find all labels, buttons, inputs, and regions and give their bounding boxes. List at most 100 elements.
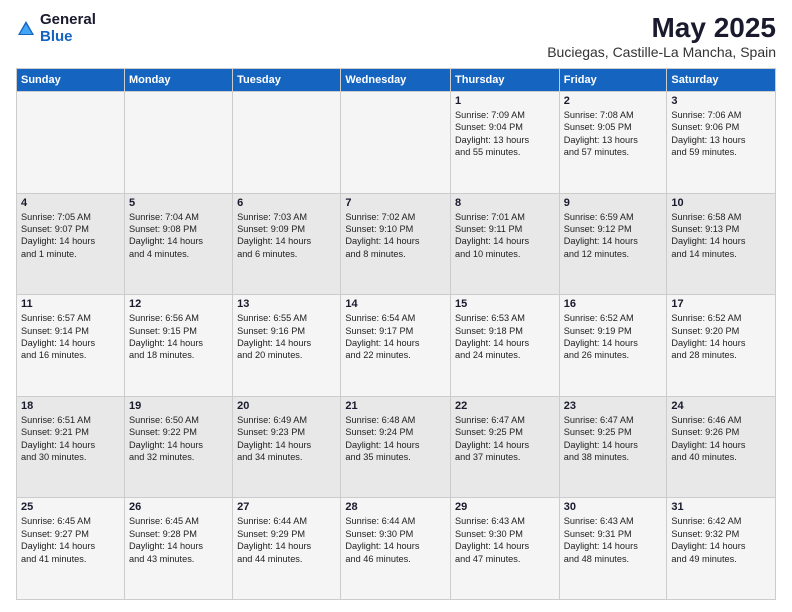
weekday-header-cell: Friday [559,69,667,92]
calendar-cell: 26Sunrise: 6:45 AMSunset: 9:28 PMDayligh… [124,498,232,600]
day-number: 9 [564,197,663,209]
day-info: Sunrise: 6:57 AMSunset: 9:14 PMDaylight:… [21,312,120,362]
day-info: Sunrise: 6:42 AMSunset: 9:32 PMDaylight:… [671,515,771,565]
day-number: 15 [455,298,555,310]
calendar-cell: 12 Sunrise: 6:56 AMSunset: 9:15 PMDayligh… [124,295,232,397]
calendar-cell: 30 Sunrise: 6:43 AMSunset: 9:31 PMDayligh… [559,498,667,600]
day-number: 12 [129,298,228,310]
month-title: May 2025 [547,12,776,44]
page: General Blue May 2025 Buciegas, Castille… [0,0,792,612]
day-info: Sunrise: 6:43 AMSunset: 9:31 PMDaylight:… [564,515,663,565]
day-number: 17 [671,298,771,310]
calendar-cell: 11 Sunrise: 6:57 AMSunset: 9:14 PMDayligh… [17,295,125,397]
weekday-header-cell: Thursday [451,69,560,92]
day-info: Sunrise: 6:45 AMSunset: 9:28 PMDaylight:… [129,515,228,565]
day-info: Sunrise: 7:05 AMSunset: 9:07 PMDaylight:… [21,211,120,261]
calendar-cell [233,92,341,194]
day-info: Sunrise: 6:56 AMSunset: 9:15 PMDaylight:… [129,312,228,362]
day-info: Sunrise: 6:47 AMSunset: 9:25 PMDaylight:… [564,414,663,464]
calendar-cell [341,92,451,194]
calendar-cell: 13 Sunrise: 6:55 AMSunset: 9:16 PMDayligh… [233,295,341,397]
day-info: Sunrise: 7:03 AMSunset: 9:09 PMDaylight:… [237,211,336,261]
calendar-cell: 27 Sunrise: 6:44 AMSunset: 9:29 PMDayligh… [233,498,341,600]
calendar-cell: 1Sunrise: 7:09 AMSunset: 9:04 PMDaylight… [451,92,560,194]
day-number: 5 [129,197,228,209]
day-number: 22 [455,400,555,412]
day-number: 6 [237,197,336,209]
calendar-cell: 23 Sunrise: 6:47 AMSunset: 9:25 PMDayligh… [559,396,667,498]
calendar-cell: 24Sunrise: 6:46 AMSunset: 9:26 PMDayligh… [667,396,776,498]
calendar-cell: 22 Sunrise: 6:47 AMSunset: 9:25 PMDayligh… [451,396,560,498]
calendar-cell: 10Sunrise: 6:58 AMSunset: 9:13 PMDayligh… [667,193,776,295]
day-number: 8 [455,197,555,209]
day-number: 11 [21,298,120,310]
calendar-cell: 9Sunrise: 6:59 AMSunset: 9:12 PMDaylight… [559,193,667,295]
day-number: 28 [345,501,446,513]
day-info: Sunrise: 6:50 AMSunset: 9:22 PMDaylight:… [129,414,228,464]
logo-icon [16,19,36,39]
day-info: Sunrise: 6:45 AMSunset: 9:27 PMDaylight:… [21,515,120,565]
day-info: Sunrise: 7:06 AMSunset: 9:06 PMDaylight:… [671,109,771,159]
day-number: 30 [564,501,663,513]
day-number: 23 [564,400,663,412]
logo-general: General [40,11,96,28]
day-info: Sunrise: 6:43 AMSunset: 9:30 PMDaylight:… [455,515,555,565]
calendar-cell: 5 Sunrise: 7:04 AMSunset: 9:08 PMDaylight… [124,193,232,295]
day-info: Sunrise: 6:54 AMSunset: 9:17 PMDaylight:… [345,312,446,362]
day-info: Sunrise: 7:02 AMSunset: 9:10 PMDaylight:… [345,211,446,261]
logo-text: General Blue [40,12,96,45]
calendar-cell: 17 Sunrise: 6:52 AMSunset: 9:20 PMDayligh… [667,295,776,397]
day-number: 24 [671,400,771,412]
weekday-header-cell: Sunday [17,69,125,92]
day-number: 13 [237,298,336,310]
logo: General Blue [16,12,96,45]
calendar-cell: 7 Sunrise: 7:02 AMSunset: 9:10 PMDaylight… [341,193,451,295]
calendar-cell: 2 Sunrise: 7:08 AMSunset: 9:05 PMDaylight… [559,92,667,194]
day-info: Sunrise: 6:53 AMSunset: 9:18 PMDaylight:… [455,312,555,362]
weekday-header-cell: Tuesday [233,69,341,92]
day-info: Sunrise: 7:09 AMSunset: 9:04 PMDaylight:… [455,109,555,159]
day-number: 16 [564,298,663,310]
calendar-cell: 29 Sunrise: 6:43 AMSunset: 9:30 PMDayligh… [451,498,560,600]
weekday-header-cell: Monday [124,69,232,92]
day-number: 27 [237,501,336,513]
day-number: 25 [21,501,120,513]
day-number: 18 [21,400,120,412]
day-number: 31 [671,501,771,513]
calendar-cell: 15 Sunrise: 6:53 AMSunset: 9:18 PMDayligh… [451,295,560,397]
calendar-cell: 31 Sunrise: 6:42 AMSunset: 9:32 PMDayligh… [667,498,776,600]
calendar-cell: 16 Sunrise: 6:52 AMSunset: 9:19 PMDayligh… [559,295,667,397]
day-info: Sunrise: 6:47 AMSunset: 9:25 PMDaylight:… [455,414,555,464]
calendar-cell [17,92,125,194]
day-number: 3 [671,95,771,107]
header: General Blue May 2025 Buciegas, Castille… [16,12,776,60]
day-number: 29 [455,501,555,513]
location-title: Buciegas, Castille-La Mancha, Spain [547,44,776,60]
day-info: Sunrise: 6:44 AMSunset: 9:29 PMDaylight:… [237,515,336,565]
calendar-cell: 21 Sunrise: 6:48 AMSunset: 9:24 PMDayligh… [341,396,451,498]
day-info: Sunrise: 6:51 AMSunset: 9:21 PMDaylight:… [21,414,120,464]
calendar-table: SundayMondayTuesdayWednesdayThursdayFrid… [16,68,776,600]
title-block: May 2025 Buciegas, Castille-La Mancha, S… [547,12,776,60]
day-info: Sunrise: 7:08 AMSunset: 9:05 PMDaylight:… [564,109,663,159]
day-info: Sunrise: 6:48 AMSunset: 9:24 PMDaylight:… [345,414,446,464]
day-number: 2 [564,95,663,107]
calendar-cell: 3 Sunrise: 7:06 AMSunset: 9:06 PMDaylight… [667,92,776,194]
day-number: 7 [345,197,446,209]
calendar-cell: 4 Sunrise: 7:05 AMSunset: 9:07 PMDaylight… [17,193,125,295]
calendar-cell: 18 Sunrise: 6:51 AMSunset: 9:21 PMDayligh… [17,396,125,498]
day-number: 19 [129,400,228,412]
day-info: Sunrise: 6:58 AMSunset: 9:13 PMDaylight:… [671,211,771,261]
day-info: Sunrise: 7:04 AMSunset: 9:08 PMDaylight:… [129,211,228,261]
calendar-cell: 14Sunrise: 6:54 AMSunset: 9:17 PMDayligh… [341,295,451,397]
day-number: 4 [21,197,120,209]
day-info: Sunrise: 6:52 AMSunset: 9:19 PMDaylight:… [564,312,663,362]
day-info: Sunrise: 6:44 AMSunset: 9:30 PMDaylight:… [345,515,446,565]
calendar-cell: 25 Sunrise: 6:45 AMSunset: 9:27 PMDayligh… [17,498,125,600]
calendar-cell: 8Sunrise: 7:01 AMSunset: 9:11 PMDaylight… [451,193,560,295]
day-info: Sunrise: 6:52 AMSunset: 9:20 PMDaylight:… [671,312,771,362]
day-info: Sunrise: 6:55 AMSunset: 9:16 PMDaylight:… [237,312,336,362]
day-number: 20 [237,400,336,412]
calendar-cell: 28 Sunrise: 6:44 AMSunset: 9:30 PMDayligh… [341,498,451,600]
day-number: 21 [345,400,446,412]
